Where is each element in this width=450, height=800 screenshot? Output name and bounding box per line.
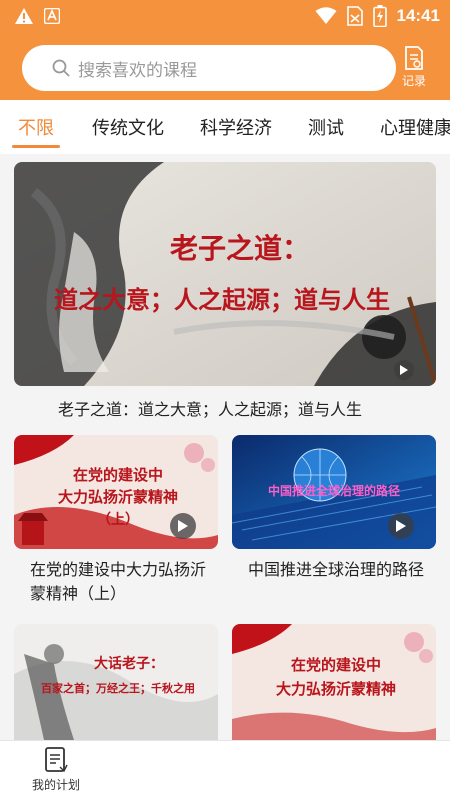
course-feed: 老子之道： 道之大意；人之起源；道与人生 老子之道：道之大意；人之起源；道与人生… [0, 154, 450, 740]
course-title-1-line2: 蒙精神（上） [30, 584, 127, 603]
record-button[interactable]: 记录 [394, 46, 434, 89]
no-sim-icon [346, 6, 363, 26]
course-1-banner-line3: （上） [97, 512, 139, 528]
course-banner-art-3: 大话老子： 百家之首；万经之王；千秋之用 [14, 624, 218, 740]
category-tabs: 不限 传统文化 科学经济 测试 心理健康 [0, 100, 450, 154]
play-icon[interactable] [394, 360, 414, 380]
search-icon [52, 59, 70, 77]
record-icon [405, 46, 423, 70]
my-plan-tab[interactable]: 我的计划 [28, 747, 84, 793]
tab-test[interactable]: 测试 [308, 114, 344, 140]
my-plan-label: 我的计划 [31, 778, 80, 792]
course-thumbnail-3[interactable]: 大话老子： 百家之首；万经之王；千秋之用 [14, 624, 218, 740]
course-1-banner-line1: 在党的建设中 [73, 466, 163, 484]
search-input[interactable]: 搜索喜欢的课程 [22, 45, 396, 91]
a-notification-icon [44, 8, 60, 24]
course-4-banner-line1: 在党的建设中 [291, 656, 381, 674]
record-label: 记录 [401, 74, 426, 88]
featured-banner-art: 老子之道： 道之大意；人之起源；道与人生 [14, 162, 436, 386]
featured-course-title[interactable]: 老子之道：道之大意；人之起源；道与人生 [58, 398, 362, 422]
warning-icon [15, 8, 33, 24]
play-icon[interactable] [170, 513, 196, 539]
tab-unlimited[interactable]: 不限 [12, 114, 60, 148]
course-thumbnail-4[interactable]: 在党的建设中 大力弘扬沂蒙精神 [232, 624, 436, 740]
play-icon[interactable] [388, 513, 414, 539]
plan-document-icon [45, 747, 68, 773]
search-placeholder: 搜索喜欢的课程 [78, 60, 197, 81]
course-thumbnail-1[interactable]: 在党的建设中 大力弘扬沂蒙精神 （上） [14, 435, 218, 549]
tab-science-economy[interactable]: 科学经济 [200, 114, 272, 140]
bottom-nav: 我的计划 [0, 740, 450, 800]
course-title-1-line1: 在党的建设中大力弘扬沂 [30, 560, 207, 579]
status-bar: 14:41 [0, 0, 450, 32]
course-4-banner-line2: 大力弘扬沂蒙精神 [276, 680, 396, 698]
course-title-1[interactable]: 在党的建设中大力弘扬沂 蒙精神（上） [30, 558, 210, 606]
featured-banner-line1: 老子之道： [170, 232, 310, 265]
course-title-2-line1: 中国推进全球治理的路径 [248, 560, 425, 579]
course-3-banner-line2: 百家之首；万经之王；千秋之用 [41, 681, 195, 695]
tab-traditional-culture[interactable]: 传统文化 [92, 114, 164, 140]
course-1-banner-line2: 大力弘扬沂蒙精神 [58, 488, 178, 506]
status-time: 14:41 [396, 6, 440, 25]
course-thumbnail-2[interactable]: 中国推进全球治理的路径 [232, 435, 436, 549]
wifi-icon [315, 7, 337, 24]
featured-banner-line2: 道之大意；人之起源；道与人生 [54, 285, 390, 314]
app-header: 14:41 搜索喜欢的课程 记录 [0, 0, 450, 100]
course-2-banner-line1: 中国推进全球治理的路径 [268, 483, 400, 498]
featured-course-thumbnail[interactable]: 老子之道： 道之大意；人之起源；道与人生 [14, 162, 436, 386]
course-title-2[interactable]: 中国推进全球治理的路径 [248, 558, 438, 582]
battery-charging-icon [372, 5, 387, 27]
course-banner-art-4: 在党的建设中 大力弘扬沂蒙精神 [232, 624, 436, 740]
course-3-banner-line1: 大话老子： [94, 655, 164, 672]
tab-mental-health[interactable]: 心理健康 [380, 114, 450, 140]
